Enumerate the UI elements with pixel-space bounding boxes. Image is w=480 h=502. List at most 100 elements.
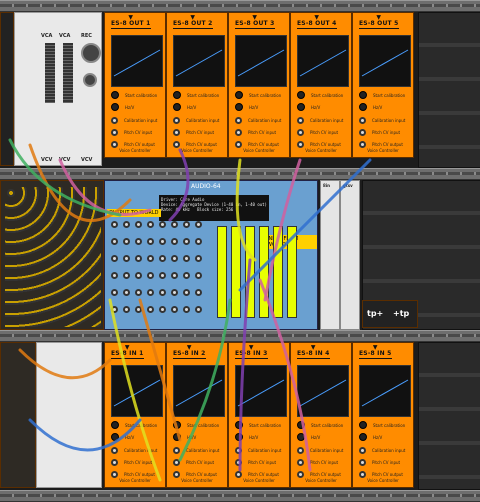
calibration-input-jack[interactable]: [173, 117, 180, 124]
pitch-cv-input-jack[interactable]: [297, 459, 304, 466]
audio-jack[interactable]: [171, 221, 178, 228]
audio-jack[interactable]: [159, 272, 166, 279]
pitch-cv-output-jack[interactable]: [111, 141, 118, 148]
audio-jack[interactable]: [123, 289, 130, 296]
audio-jack[interactable]: [135, 306, 142, 313]
audio-jack[interactable]: [171, 289, 178, 296]
audio-jack[interactable]: [195, 221, 202, 228]
audio-jack[interactable]: [123, 221, 130, 228]
audio-jack[interactable]: [111, 255, 118, 262]
calibration-input-jack[interactable]: [297, 117, 304, 124]
hzv-button[interactable]: [173, 103, 181, 111]
pitch-cv-input-jack[interactable]: [297, 129, 304, 136]
audio-jack[interactable]: [135, 289, 142, 296]
pitch-cv-input-jack[interactable]: [235, 459, 242, 466]
start-calibration-button[interactable]: [173, 421, 181, 429]
pitch-cv-input-jack[interactable]: [173, 129, 180, 136]
vca-fader[interactable]: [45, 43, 55, 103]
start-calibration-button[interactable]: [359, 91, 367, 99]
pitch-cv-output-jack[interactable]: [235, 471, 242, 478]
hzv-row[interactable]: Hz/V: [235, 433, 289, 441]
calibration-input-jack[interactable]: [173, 447, 180, 454]
rec-knob[interactable]: [83, 73, 97, 87]
pitch-cv-output-jack[interactable]: [111, 471, 118, 478]
start-calibration-row[interactable]: Start calibration: [297, 91, 351, 99]
audio-jack[interactable]: [147, 306, 154, 313]
audio-jack[interactable]: [135, 272, 142, 279]
audio-jack[interactable]: [195, 289, 202, 296]
audio-jack[interactable]: [111, 238, 118, 245]
calibration-input-jack[interactable]: [235, 447, 242, 454]
hzv-row[interactable]: Hz/V: [359, 433, 413, 441]
start-calibration-button[interactable]: [111, 421, 119, 429]
pitch-cv-input-jack[interactable]: [235, 129, 242, 136]
hzv-button[interactable]: [111, 103, 119, 111]
pitch-cv-output-jack[interactable]: [297, 471, 304, 478]
audio-jack[interactable]: [183, 306, 190, 313]
audio-jack[interactable]: [147, 221, 154, 228]
audio-jack[interactable]: [111, 221, 118, 228]
pitch-cv-output-jack[interactable]: [359, 141, 366, 148]
calibration-input-jack[interactable]: [359, 117, 366, 124]
hzv-row[interactable]: Hz/V: [359, 103, 413, 111]
audio-jack[interactable]: [123, 238, 130, 245]
audio-jack[interactable]: [123, 306, 130, 313]
audio-jack[interactable]: [135, 255, 142, 262]
audio-display[interactable]: Driver: Core Audio Device: Aggregate Dev…: [159, 195, 269, 221]
hzv-row[interactable]: Hz/V: [173, 103, 227, 111]
start-calibration-button[interactable]: [173, 91, 181, 99]
audio-jack[interactable]: [111, 306, 118, 313]
audio-jack[interactable]: [111, 272, 118, 279]
pitch-cv-output-jack[interactable]: [297, 141, 304, 148]
audio-jack[interactable]: [123, 255, 130, 262]
hzv-row[interactable]: Hz/V: [111, 433, 165, 441]
audio-jack[interactable]: [123, 272, 130, 279]
hzv-button[interactable]: [173, 433, 181, 441]
start-calibration-button[interactable]: [111, 91, 119, 99]
start-calibration-row[interactable]: Start calibration: [359, 421, 413, 429]
audio-jack[interactable]: [147, 272, 154, 279]
audio-jack[interactable]: [135, 221, 142, 228]
hzv-button[interactable]: [235, 433, 243, 441]
block-size-select[interactable]: Block size: 256: [197, 207, 233, 212]
audio-jack[interactable]: [159, 306, 166, 313]
pitch-cv-output-jack[interactable]: [173, 471, 180, 478]
start-calibration-button[interactable]: [297, 91, 305, 99]
audio-jack[interactable]: [183, 255, 190, 262]
start-calibration-button[interactable]: [235, 421, 243, 429]
audio-jack[interactable]: [195, 238, 202, 245]
start-calibration-row[interactable]: Start calibration: [359, 91, 413, 99]
pitch-cv-input-jack[interactable]: [111, 129, 118, 136]
audio-jack[interactable]: [159, 255, 166, 262]
audio-jack[interactable]: [159, 221, 166, 228]
start-calibration-row[interactable]: Start calibration: [235, 91, 289, 99]
knob-grid[interactable]: [5, 187, 101, 327]
start-calibration-button[interactable]: [359, 421, 367, 429]
pitch-cv-output-jack[interactable]: [173, 141, 180, 148]
pitch-cv-input-jack[interactable]: [111, 459, 118, 466]
audio-jack[interactable]: [183, 221, 190, 228]
calibration-input-jack[interactable]: [297, 447, 304, 454]
audio-jack[interactable]: [171, 272, 178, 279]
start-calibration-row[interactable]: Start calibration: [111, 421, 165, 429]
hzv-row[interactable]: Hz/V: [173, 433, 227, 441]
audio-jack[interactable]: [159, 289, 166, 296]
vca2-fader[interactable]: [63, 43, 73, 103]
pitch-cv-input-jack[interactable]: [173, 459, 180, 466]
audio-jack[interactable]: [147, 255, 154, 262]
audio-jack[interactable]: [171, 238, 178, 245]
hzv-button[interactable]: [297, 103, 305, 111]
audio-jack[interactable]: [195, 255, 202, 262]
audio-jack[interactable]: [171, 255, 178, 262]
start-calibration-row[interactable]: Start calibration: [173, 421, 227, 429]
hzv-row[interactable]: Hz/V: [111, 103, 165, 111]
start-calibration-row[interactable]: Start calibration: [173, 91, 227, 99]
audio-jack[interactable]: [159, 238, 166, 245]
calibration-input-jack[interactable]: [235, 117, 242, 124]
rec-knob[interactable]: [81, 43, 101, 63]
calibration-input-jack[interactable]: [111, 117, 118, 124]
audio-jack[interactable]: [195, 272, 202, 279]
hzv-row[interactable]: Hz/V: [235, 103, 289, 111]
hzv-row[interactable]: Hz/V: [297, 433, 351, 441]
start-calibration-row[interactable]: Start calibration: [111, 91, 165, 99]
